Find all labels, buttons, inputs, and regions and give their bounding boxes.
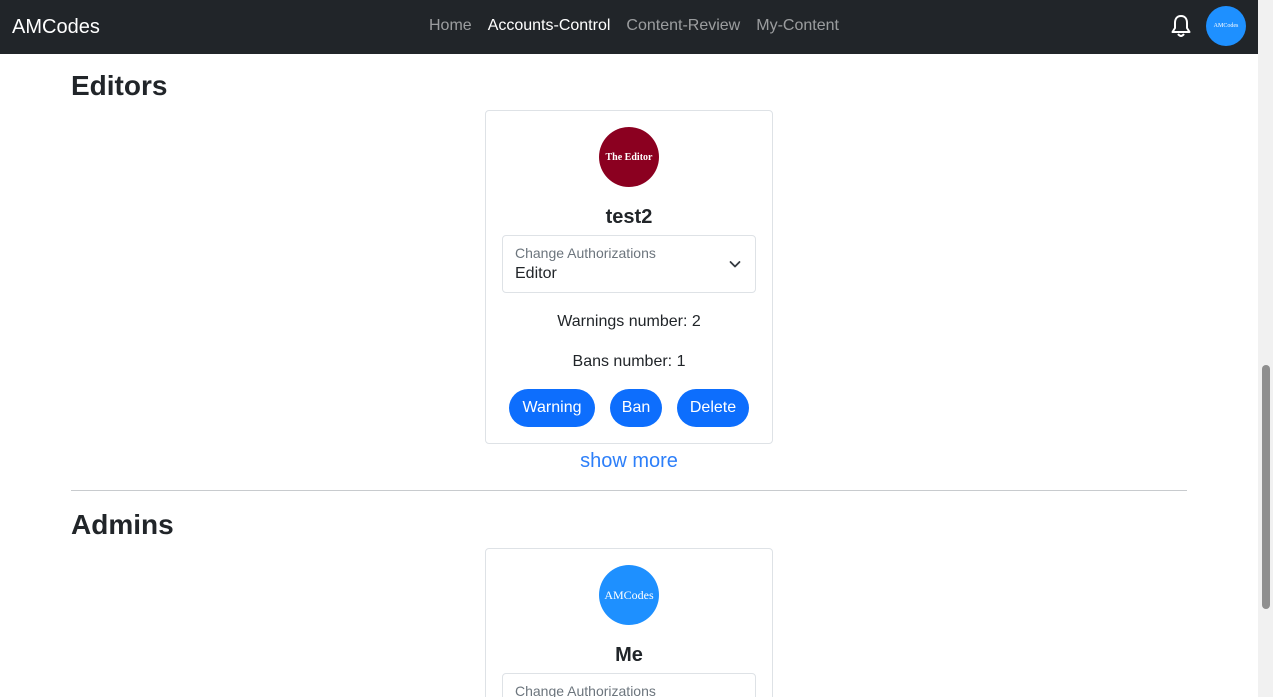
editor-avatar: The Editor	[599, 127, 659, 187]
user-avatar[interactable]: AMCodes	[1206, 6, 1246, 46]
nav-links: Home Accounts-Control Content-Review My-…	[429, 16, 839, 36]
top-navbar: AMCodes Home Accounts-Control Content-Re…	[0, 0, 1258, 54]
admin-name: Me	[615, 644, 643, 666]
select-value: Editor	[515, 265, 557, 282]
chevron-down-icon	[729, 261, 741, 268]
scrollbar-thumb[interactable]	[1262, 365, 1270, 609]
admin-card: AMCodes Me Change Authorizations	[485, 548, 773, 697]
bell-icon[interactable]	[1170, 14, 1192, 38]
bans-count: Bans number: 1	[572, 353, 686, 370]
nav-link-my-content[interactable]: My-Content	[756, 16, 839, 36]
nav-link-accounts-control[interactable]: Accounts-Control	[488, 16, 611, 36]
admin-avatar: AMCodes	[599, 565, 659, 625]
show-more-link[interactable]: show more	[485, 449, 773, 473]
brand-logo[interactable]: AMCodes	[12, 14, 100, 40]
admin-select-label: Change Authorizations	[515, 683, 656, 697]
editor-name: test2	[605, 206, 653, 228]
page-scrollbar[interactable]	[1258, 0, 1273, 697]
ban-button[interactable]: Ban	[610, 389, 662, 427]
nav-link-home[interactable]: Home	[429, 16, 472, 36]
editor-card: The Editor test2 Change Authorizations E…	[485, 110, 773, 444]
editors-heading: Editors	[71, 70, 168, 101]
admins-heading: Admins	[71, 509, 174, 540]
section-divider	[71, 490, 1187, 491]
delete-button[interactable]: Delete	[677, 389, 749, 427]
select-label: Change Authorizations	[515, 245, 656, 261]
warning-button[interactable]: Warning	[509, 389, 595, 427]
warnings-count: Warnings number: 2	[557, 313, 701, 330]
change-authorizations-select[interactable]: Change Authorizations Editor	[502, 235, 756, 293]
nav-link-content-review[interactable]: Content-Review	[626, 16, 740, 36]
admin-change-authorizations-select[interactable]: Change Authorizations	[502, 673, 756, 697]
